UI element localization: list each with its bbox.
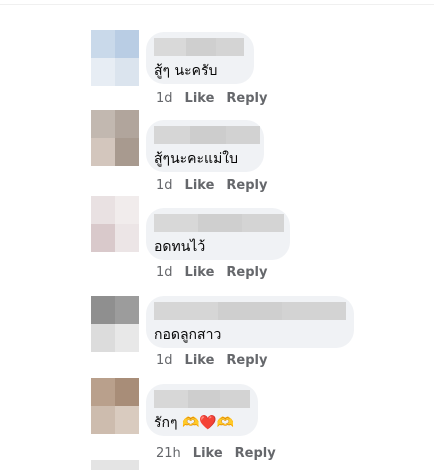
next-avatar-partial	[91, 460, 139, 470]
avatar[interactable]	[91, 30, 139, 86]
comment-time[interactable]: 21h	[156, 446, 181, 461]
like-button[interactable]: Like	[185, 265, 215, 280]
comment-time[interactable]: 1d	[156, 353, 173, 368]
comment-bubble: อดทนไว้	[146, 208, 290, 260]
comment-actions: 1d Like Reply	[156, 178, 267, 193]
emoji-icons: 🫶❤️🫶	[181, 415, 235, 431]
comment-bubble: สู้ๆ นะครับ	[146, 32, 254, 84]
commenter-name-blurred[interactable]	[154, 38, 244, 56]
like-button[interactable]: Like	[185, 353, 215, 368]
comment-text: สู้ๆ นะครับ	[154, 63, 218, 79]
comment-actions: 1d Like Reply	[156, 265, 267, 280]
comment-actions: 1d Like Reply	[156, 353, 267, 368]
comment-text: รักๆ 🫶❤️🫶	[154, 412, 234, 434]
like-button[interactable]: Like	[185, 91, 215, 106]
avatar[interactable]	[91, 110, 139, 166]
like-button[interactable]: Like	[193, 446, 223, 461]
top-divider	[0, 4, 434, 5]
avatar[interactable]	[91, 378, 139, 434]
comment-time[interactable]: 1d	[156, 91, 173, 106]
commenter-name-blurred[interactable]	[154, 390, 250, 408]
commenter-name-blurred[interactable]	[154, 302, 346, 320]
comment-text-label: รักๆ	[154, 415, 178, 431]
reply-button[interactable]: Reply	[226, 265, 267, 280]
comment-bubble: รักๆ 🫶❤️🫶	[146, 384, 258, 436]
comment-text: สู้ๆนะคะแม่ใบ	[154, 151, 239, 167]
avatar[interactable]	[91, 296, 139, 352]
comment-actions: 21h Like Reply	[156, 446, 276, 461]
commenter-name-blurred[interactable]	[154, 126, 260, 144]
comment-time[interactable]: 1d	[156, 178, 173, 193]
reply-button[interactable]: Reply	[226, 178, 267, 193]
comment-text: กอดลูกสาว	[154, 327, 222, 343]
comment-bubble: กอดลูกสาว	[146, 296, 354, 348]
comment-text: อดทนไว้	[154, 239, 206, 255]
commenter-name-blurred[interactable]	[154, 214, 284, 232]
reply-button[interactable]: Reply	[226, 353, 267, 368]
reply-button[interactable]: Reply	[226, 91, 267, 106]
comment-actions: 1d Like Reply	[156, 91, 267, 106]
comment-bubble: สู้ๆนะคะแม่ใบ	[146, 120, 264, 172]
like-button[interactable]: Like	[185, 178, 215, 193]
comment-time[interactable]: 1d	[156, 265, 173, 280]
reply-button[interactable]: Reply	[235, 446, 276, 461]
avatar[interactable]	[91, 196, 139, 252]
